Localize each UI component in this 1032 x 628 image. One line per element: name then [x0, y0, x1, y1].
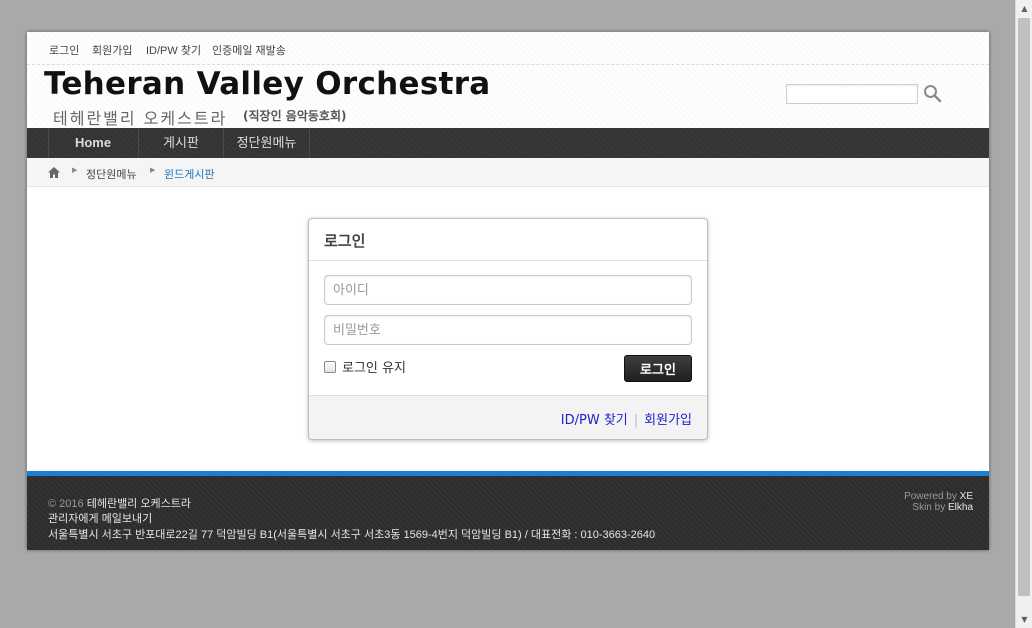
signup-link[interactable]: 회원가입 — [92, 42, 132, 58]
page-container: 로그인 회원가입 ID/PW 찾기 인증메일 재발송 Teheran Valle… — [27, 32, 989, 550]
find-id-pw-link[interactable]: ID/PW 찾기 — [561, 413, 628, 428]
login-panel: 로그인 로그인 유지 로그인 ID/PW 찾기 | 회원가입 — [308, 218, 708, 440]
login-link[interactable]: 로그인 — [49, 42, 79, 58]
breadcrumb: ▶ 정단원메뉴 ▶ 윈드게시판 — [27, 158, 989, 187]
main-content: 로그인 로그인 유지 로그인 ID/PW 찾기 | 회원가입 — [27, 187, 989, 471]
header: 로그인 회원가입 ID/PW 찾기 인증메일 재발송 Teheran Valle… — [27, 32, 989, 128]
breadcrumb-item-wind-board[interactable]: 윈드게시판 — [164, 166, 215, 182]
copyright-name: 테헤란밸리 오케스트라 — [86, 498, 191, 510]
keep-login-label: 로그인 유지 — [342, 361, 406, 376]
nav-item-member-menu[interactable]: 정단원메뉴 — [224, 128, 309, 158]
skin-by-label: Skin by — [912, 502, 946, 513]
site-logo-title[interactable]: Teheran Valley Orchestra — [44, 66, 491, 102]
copyright: © 2016 테헤란밸리 오케스트라 — [48, 495, 191, 511]
user-id-field[interactable] — [324, 275, 692, 305]
link-separator: | — [633, 413, 639, 428]
resend-auth-mail-link[interactable]: 인증메일 재발송 — [212, 42, 286, 58]
page-scrollbar[interactable]: ▲ ▼ — [1015, 0, 1032, 628]
scrollbar-thumb[interactable] — [1018, 18, 1030, 596]
copyright-year: © 2016 — [48, 498, 84, 510]
search-input[interactable] — [786, 84, 918, 104]
password-field[interactable] — [324, 315, 692, 345]
keep-login-checkbox[interactable] — [324, 360, 336, 373]
powered-by: Powered by XE Skin by Elkha — [904, 491, 973, 513]
divider — [309, 260, 707, 261]
breadcrumb-arrow-icon: ▶ — [72, 167, 78, 174]
site-logo-korean: 테헤란밸리 오케스트라 — [53, 109, 228, 128]
scroll-up-arrow-icon[interactable]: ▲ — [1016, 0, 1032, 17]
find-id-pw-link[interactable]: ID/PW 찾기 — [146, 42, 201, 58]
search-button[interactable] — [923, 84, 943, 104]
breadcrumb-arrow-icon: ▶ — [150, 167, 156, 174]
home-icon[interactable] — [47, 166, 61, 179]
footer: © 2016 테헤란밸리 오케스트라 관리자에게 메일보내기 서울특별시 서초구… — [27, 476, 989, 550]
login-footer: ID/PW 찾기 | 회원가입 — [309, 395, 707, 439]
address: 서울특별시 서초구 반포대로22길 77 덕암빌딩 B1(서울특별시 서초구 서… — [48, 529, 656, 541]
nav-item-home[interactable]: Home — [48, 128, 138, 158]
mail-admin-link[interactable]: 관리자에게 메일보내기 — [48, 510, 152, 526]
login-title: 로그인 — [324, 232, 366, 250]
top-links: 로그인 회원가입 ID/PW 찾기 인증메일 재발송 — [27, 32, 989, 65]
signup-link[interactable]: 회원가입 — [644, 413, 692, 428]
breadcrumb-item-member-menu[interactable]: 정단원메뉴 — [86, 166, 137, 182]
powered-by-label: Powered by — [904, 491, 957, 502]
nav-item-board[interactable]: 게시판 — [139, 128, 223, 158]
nav-divider — [309, 128, 310, 158]
site-logo-subtitle: (직장인 음악동호회) — [243, 109, 347, 123]
xe-link[interactable]: XE — [960, 491, 973, 502]
login-submit-button[interactable]: 로그인 — [624, 355, 692, 382]
keep-login-option[interactable]: 로그인 유지 — [324, 357, 406, 376]
magnifier-icon — [924, 85, 942, 103]
scroll-down-arrow-icon[interactable]: ▼ — [1016, 611, 1032, 628]
main-nav: Home 게시판 정단원메뉴 — [27, 128, 989, 158]
elkha-link[interactable]: Elkha — [948, 502, 973, 513]
